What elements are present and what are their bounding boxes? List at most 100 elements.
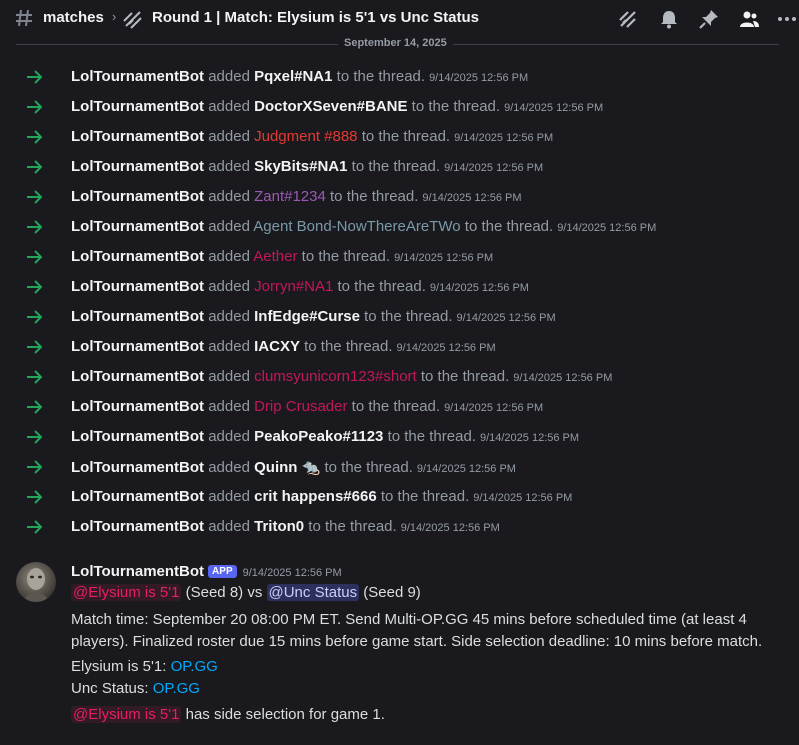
message-line-team1: Elysium is 5'1: OP.GG	[71, 658, 218, 675]
added-user[interactable]: clumsyunicorn123#short	[254, 368, 417, 385]
system-message-text: LolTournamentBot added clumsyunicorn123#…	[71, 368, 612, 385]
verb-text: added	[208, 338, 250, 355]
added-user[interactable]: PeakoPeako#1123	[254, 428, 383, 445]
system-message-row: LolTournamentBot added IACXY to the thre…	[0, 336, 799, 358]
added-user[interactable]: Drip Crusader	[254, 398, 347, 415]
join-arrow-icon	[27, 400, 43, 414]
bot-name[interactable]: LolTournamentBot	[71, 158, 204, 175]
bot-name[interactable]: LolTournamentBot	[71, 428, 204, 445]
system-timestamp: 9/14/2025 12:56 PM	[416, 463, 516, 475]
added-user[interactable]: Agent Bond-NowThereAreTWo	[253, 218, 460, 235]
pin-icon[interactable]	[698, 8, 720, 30]
system-message-text: LolTournamentBot added Zant#1234 to the …	[71, 188, 522, 205]
tail-text: to the thread.	[420, 368, 510, 385]
channel-hash-icon	[16, 9, 32, 27]
message-line-time: Match time: September 20 08:00 PM ET. Se…	[71, 611, 747, 628]
message-author[interactable]: LolTournamentBot	[71, 563, 204, 580]
tail-text: to the thread.	[301, 248, 391, 265]
bot-name[interactable]: LolTournamentBot	[71, 68, 204, 85]
more-icon[interactable]	[776, 8, 798, 30]
members-icon[interactable]	[738, 8, 760, 30]
added-user[interactable]: Quinn	[254, 459, 297, 476]
join-arrow-icon	[27, 220, 43, 234]
system-message-row: LolTournamentBot added DoctorXSeven#BANE…	[0, 96, 799, 118]
added-user[interactable]: Pqxel#NA1	[254, 68, 332, 85]
join-arrow-icon	[27, 430, 43, 444]
role-mention[interactable]: @Elysium is 5'1	[71, 706, 182, 723]
added-user[interactable]: Zant#1234	[254, 188, 326, 205]
tail-text: to the thread.	[411, 98, 501, 115]
added-user[interactable]: InfEdge#Curse	[254, 308, 360, 325]
join-arrow-icon	[27, 490, 43, 504]
bot-name[interactable]: LolTournamentBot	[71, 278, 204, 295]
channel-name[interactable]: matches	[43, 9, 104, 26]
thread-icon	[123, 11, 142, 29]
system-timestamp: 9/14/2025 12:56 PM	[400, 522, 500, 534]
tail-text: to the thread.	[380, 488, 470, 505]
message-line-matchup: @Elysium is 5'1 (Seed 8) vs @Unc Status …	[71, 584, 421, 601]
system-message-text: LolTournamentBot added IACXY to the thre…	[71, 338, 496, 355]
tail-text: to the thread.	[364, 308, 453, 325]
bell-icon[interactable]	[658, 8, 680, 30]
bot-name[interactable]: LolTournamentBot	[71, 459, 204, 476]
system-message-row: LolTournamentBot added crit happens#666 …	[0, 486, 799, 508]
added-user[interactable]: Jorryn#NA1	[254, 278, 333, 295]
bot-name[interactable]: LolTournamentBot	[71, 188, 204, 205]
system-message-row: LolTournamentBot added Aether to the thr…	[0, 246, 799, 268]
team2-opgg-link[interactable]: OP.GG	[153, 680, 200, 697]
date-divider: September 14, 2025	[338, 37, 453, 49]
side-selection-text: has side selection for game 1.	[181, 706, 385, 723]
role-mention[interactable]: @Elysium is 5'1	[71, 584, 182, 601]
bot-name[interactable]: LolTournamentBot	[71, 518, 204, 535]
bot-name[interactable]: LolTournamentBot	[71, 398, 204, 415]
system-timestamp: 9/14/2025 12:56 PM	[396, 342, 496, 354]
added-user[interactable]: Judgment #888	[254, 128, 357, 145]
team1-opgg-link[interactable]: OP.GG	[171, 658, 218, 675]
system-timestamp: 9/14/2025 12:56 PM	[504, 102, 604, 114]
join-arrow-icon	[27, 280, 43, 294]
system-message-text: LolTournamentBot added crit happens#666 …	[71, 488, 572, 505]
system-message-text: LolTournamentBot added Drip Crusader to …	[71, 398, 543, 415]
bot-name[interactable]: LolTournamentBot	[71, 338, 204, 355]
system-timestamp: 9/14/2025 12:56 PM	[479, 432, 580, 444]
system-timestamp: 9/14/2025 12:56 PM	[422, 192, 522, 204]
tail-text: to the thread.	[464, 218, 554, 235]
seed-text: (Seed 9)	[359, 584, 421, 601]
added-user[interactable]: Triton0	[254, 518, 304, 535]
verb-text: added	[208, 518, 250, 535]
system-message-row: LolTournamentBot added Agent Bond-NowThe…	[0, 216, 799, 238]
system-message-text: LolTournamentBot added Pqxel#NA1 to the …	[71, 68, 528, 85]
system-message-text: LolTournamentBot added PeakoPeako#1123 t…	[71, 428, 579, 445]
system-message-text: LolTournamentBot added SkyBits#NA1 to th…	[71, 158, 543, 175]
join-arrow-icon	[27, 190, 43, 204]
added-user[interactable]: crit happens#666	[254, 488, 377, 505]
added-user[interactable]: IACXY	[254, 338, 300, 355]
verb-text: added	[208, 188, 250, 205]
system-message-row: LolTournamentBot added Drip Crusader to …	[0, 396, 799, 418]
tail-text: to the thread.	[336, 68, 426, 85]
system-message-row: LolTournamentBot added Quinn 🐀 to the th…	[0, 456, 799, 478]
system-timestamp: 9/14/2025 12:56 PM	[394, 252, 494, 264]
bot-name[interactable]: LolTournamentBot	[71, 488, 204, 505]
user-mention[interactable]: @Unc Status	[266, 584, 360, 601]
join-arrow-icon	[27, 250, 43, 264]
system-message-text: LolTournamentBot added Agent Bond-NowThe…	[71, 218, 656, 235]
threads-icon[interactable]	[617, 8, 639, 30]
system-message-row: LolTournamentBot added Zant#1234 to the …	[0, 186, 799, 208]
bot-name[interactable]: LolTournamentBot	[71, 218, 204, 235]
added-user[interactable]: SkyBits#NA1	[254, 158, 347, 175]
system-timestamp: 9/14/2025 12:56 PM	[444, 162, 544, 174]
avatar[interactable]	[16, 562, 56, 602]
added-user[interactable]: DoctorXSeven#BANE	[254, 98, 407, 115]
team2-label: Unc Status:	[71, 680, 153, 697]
system-message-row: LolTournamentBot added Judgment #888 to …	[0, 126, 799, 148]
bot-name[interactable]: LolTournamentBot	[71, 368, 204, 385]
breadcrumb-chevron-icon: ›	[112, 9, 117, 24]
bot-name[interactable]: LolTournamentBot	[71, 248, 204, 265]
tail-text: to the thread.	[337, 278, 426, 295]
bot-name[interactable]: LolTournamentBot	[71, 98, 204, 115]
bot-name[interactable]: LolTournamentBot	[71, 128, 204, 145]
bot-name[interactable]: LolTournamentBot	[71, 308, 204, 325]
added-user[interactable]: Aether	[253, 248, 297, 265]
system-message-text: LolTournamentBot added Jorryn#NA1 to the…	[71, 278, 529, 295]
